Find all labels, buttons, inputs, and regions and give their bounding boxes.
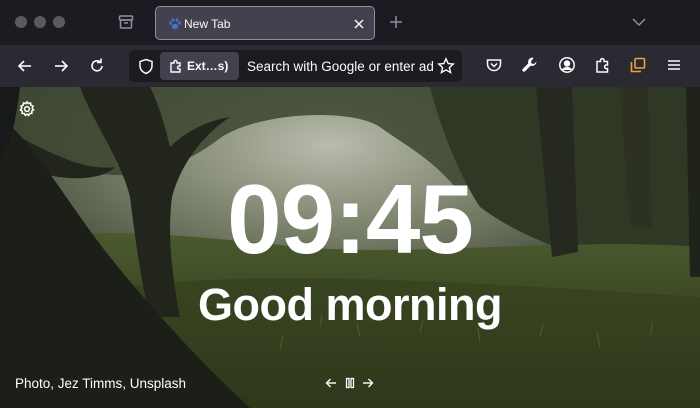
chevron-down-icon[interactable] (631, 16, 647, 28)
tab-strip: New Tab (0, 0, 700, 45)
url-bar[interactable]: Ext…s) (129, 50, 462, 82)
pocket-icon[interactable] (485, 56, 503, 74)
forward-icon[interactable] (51, 56, 71, 76)
extension-identity-chip[interactable]: Ext…s) (160, 52, 239, 80)
shield-icon[interactable] (138, 58, 154, 75)
new-tab-page: 09:45 Good morning Photo, Jez Timms, Uns… (0, 87, 700, 408)
wrench-icon[interactable] (521, 56, 539, 74)
extensions-icon[interactable] (594, 56, 612, 74)
navigation-toolbar: Ext…s) (0, 45, 700, 87)
new-tab-icon[interactable] (388, 14, 404, 30)
reload-icon[interactable] (87, 56, 107, 76)
tab-list-icon[interactable] (117, 13, 135, 31)
tab-extension-icon[interactable] (629, 56, 647, 74)
photo-credit-link[interactable]: Photo, Jez Timms, Unsplash (15, 376, 186, 391)
menu-icon[interactable] (665, 56, 683, 74)
paw-icon (167, 16, 183, 32)
clock-time: 09:45 (227, 164, 474, 274)
arrow-left-icon[interactable] (325, 377, 337, 389)
window-minimize-button[interactable] (34, 16, 46, 28)
tab-new-tab[interactable]: New Tab (155, 6, 375, 40)
window-maximize-button[interactable] (53, 16, 65, 28)
pause-icon[interactable] (344, 377, 356, 389)
gear-icon[interactable] (18, 100, 36, 118)
search-input[interactable] (247, 53, 434, 79)
extension-chip-label: Ext…s) (187, 59, 229, 73)
window-close-button[interactable] (15, 16, 27, 28)
arrow-right-icon[interactable] (362, 377, 374, 389)
bookmark-star-icon[interactable] (437, 57, 455, 75)
close-tab-icon[interactable] (352, 17, 366, 31)
back-icon[interactable] (15, 56, 35, 76)
account-icon[interactable] (558, 56, 576, 74)
greeting-text: Good morning (198, 279, 502, 330)
tab-title: New Tab (184, 17, 231, 31)
puzzle-icon (168, 58, 184, 74)
